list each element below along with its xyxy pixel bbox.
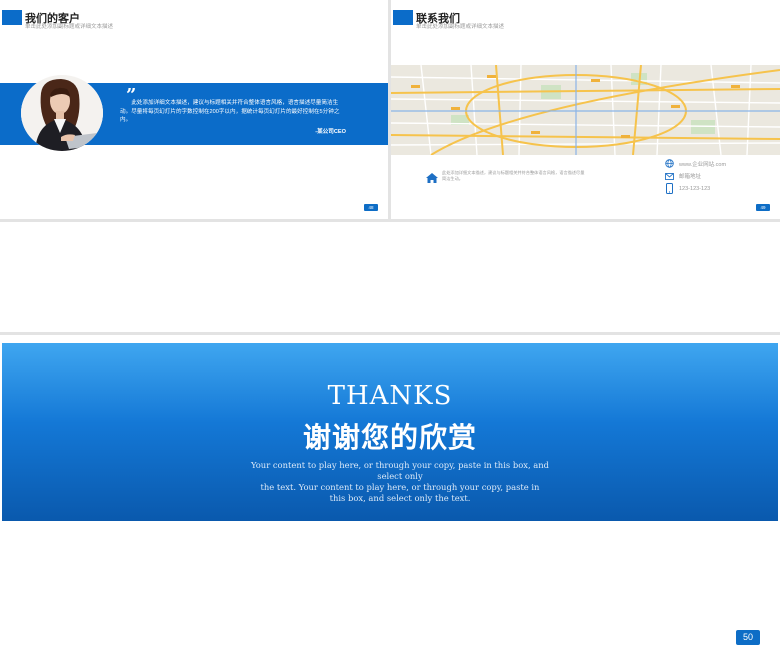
slide-thanks[interactable]: THANKS 谢谢您的欣赏 Your content to play here,… [0, 335, 780, 661]
page-badge: 49 [756, 204, 770, 211]
mail-icon [665, 172, 674, 180]
globe-icon [665, 159, 674, 168]
slide-clients[interactable]: 我们的客户 单击此处添加副标题或详细文本描述 ” 此处添加详细文本描述，建议与标… [0, 0, 388, 219]
map-image [391, 64, 780, 156]
slide-blank[interactable] [0, 222, 780, 332]
email-row[interactable]: 邮箱地址 [665, 172, 701, 180]
email-text: 邮箱地址 [679, 174, 702, 180]
thanks-body-line: this box, and select only the text. [329, 493, 471, 503]
page-number-badge: 50 [736, 630, 760, 645]
person-photo-icon [21, 75, 103, 151]
address-text: 此处添加详细文本描述，建议与标题相关并符合整体语言风格，语言描述尽量简洁生动。 [442, 170, 585, 181]
page-badge: 48 [364, 204, 378, 211]
website-row[interactable]: www.企业网站.com [665, 159, 726, 168]
title-accent-block [393, 10, 413, 25]
title-accent-block [2, 10, 22, 25]
thanks-body-line: Your content to play here, or through yo… [250, 460, 550, 481]
thanks-body-line: the text. Your content to play here, or … [260, 482, 540, 492]
phone-row[interactable]: 123-123-123 [665, 183, 710, 194]
quote-author: -某公司CEO [315, 129, 346, 135]
phone-icon [666, 183, 673, 194]
thanks-banner: THANKS 谢谢您的欣赏 Your content to play here,… [2, 343, 778, 521]
page-subtitle: 单击此处添加副标题或详细文本描述 [416, 24, 505, 30]
city-map[interactable] [391, 64, 780, 156]
thanks-title-en: THANKS [327, 381, 453, 411]
thanks-body-text: Your content to play here, or through yo… [250, 460, 550, 504]
phone-text: 123-123-123 [679, 185, 711, 192]
avatar [21, 75, 103, 151]
page-subtitle: 单击此处添加副标题或详细文本描述 [25, 24, 114, 30]
thanks-title-cn: 谢谢您的欣赏 [302, 422, 477, 453]
website-text: www.企业网站.com [679, 161, 727, 168]
slide-contact[interactable]: 联系我们 单击此处添加副标题或详细文本描述 此处添加详细文本描述，建议与标题相关… [391, 0, 780, 219]
quote-text: 此处添加详细文本描述，建议与标题相关并符合整体语言风格，语言描述尽量简洁生动。尽… [120, 100, 340, 123]
